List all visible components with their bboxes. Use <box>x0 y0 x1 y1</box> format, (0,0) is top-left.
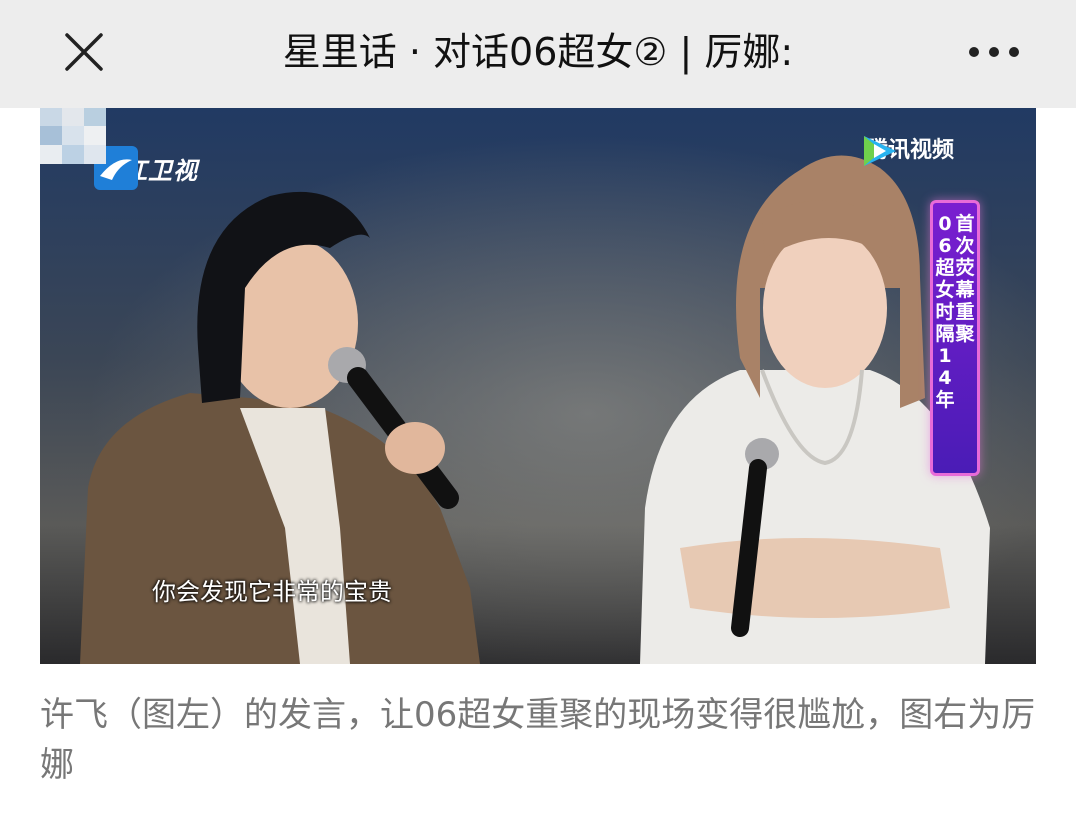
banner-line-1: 首次荧幕重聚 <box>955 213 975 345</box>
close-button[interactable] <box>58 26 110 78</box>
tencent-video-icon <box>864 136 896 166</box>
more-button[interactable] <box>962 34 1026 70</box>
top-bar: 星里话 · 对话06超女② | 厉娜: <box>0 0 1076 108</box>
broadcaster-logo: 浙江卫视 <box>94 146 198 190</box>
reunion-banner: 首次荧幕重聚 06超女时隔14年 <box>930 200 980 476</box>
banner-line-2: 06超女时隔14年 <box>935 213 955 411</box>
right-person-face <box>763 228 887 388</box>
more-icon <box>969 47 1019 57</box>
close-icon <box>65 33 103 71</box>
platform-logo: 腾讯视频 <box>860 132 954 166</box>
page-title: 星里话 · 对话06超女② | 厉娜: <box>282 30 794 74</box>
video-frame-image: 浙江卫视 腾讯视频 首次荧幕重聚 06超女时隔14年 你会发现它非常的宝贵 <box>40 108 1036 664</box>
mosaic-blur <box>40 108 106 164</box>
image-caption: 许飞（图左）的发言，让06超女重聚的现场变得很尴尬，图右为厉娜 <box>40 695 1036 785</box>
video-subtitle: 你会发现它非常的宝贵 <box>152 578 392 606</box>
